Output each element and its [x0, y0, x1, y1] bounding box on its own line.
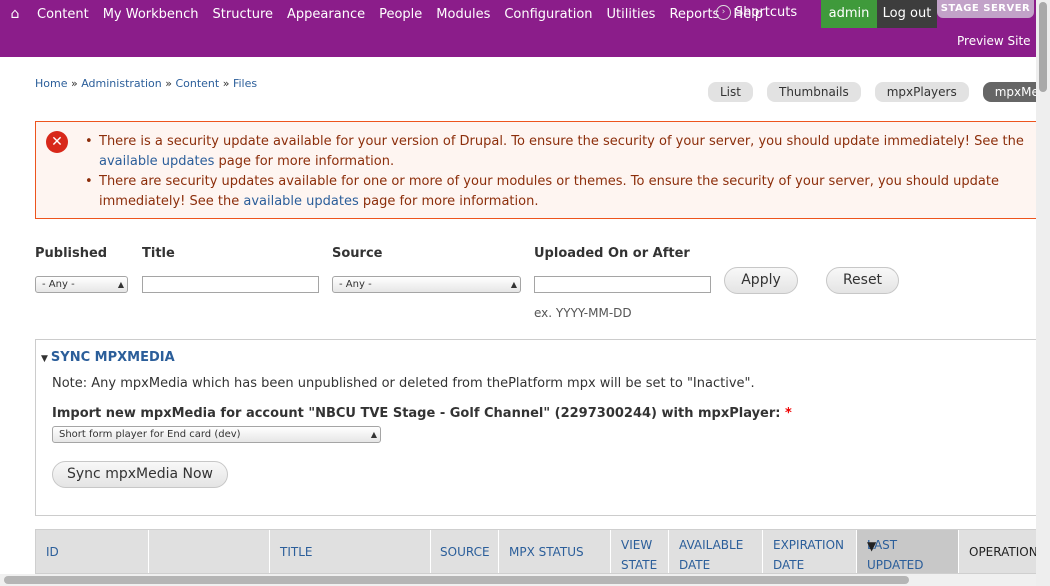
- stage-server-badge: STAGE SERVER: [937, 0, 1034, 18]
- th-id[interactable]: ID: [36, 530, 149, 573]
- sync-note: Note: Any mpxMedia which has been unpubl…: [52, 376, 755, 391]
- menu-modules[interactable]: Modules: [436, 7, 490, 22]
- select-arrows-icon: ▲: [370, 430, 377, 439]
- tab-list[interactable]: List: [708, 82, 753, 102]
- apply-button[interactable]: Apply: [724, 267, 798, 294]
- horizontal-scroll-thumb[interactable]: [4, 576, 909, 584]
- published-label: Published: [35, 246, 108, 261]
- source-select[interactable]: - Any - ▲: [332, 276, 521, 293]
- th-operations: OPERATION: [959, 530, 1036, 573]
- preview-site-link[interactable]: Preview Site: [957, 34, 1031, 48]
- error-icon: ✕: [46, 131, 68, 153]
- admin-toolbar: ⌂ Content My Workbench Structure Appeara…: [0, 0, 1050, 57]
- breadcrumb-content[interactable]: Content: [175, 77, 219, 90]
- menu-people[interactable]: People: [379, 7, 422, 22]
- error-message: There are security updates available for…: [85, 172, 1029, 212]
- published-select[interactable]: - Any - ▲: [35, 276, 128, 293]
- th-source[interactable]: SOURCE: [431, 530, 499, 573]
- available-updates-link[interactable]: available updates: [243, 194, 358, 209]
- uploaded-date-input[interactable]: [534, 276, 711, 293]
- breadcrumb-sep: »: [219, 77, 233, 90]
- menu-content[interactable]: Content: [37, 7, 89, 22]
- user-account-link[interactable]: admin: [821, 0, 877, 28]
- toolbar-menu: Content My Workbench Structure Appearanc…: [37, 0, 777, 28]
- breadcrumb: Home » Administration » Content » Files: [35, 77, 257, 90]
- title-input[interactable]: [142, 276, 319, 293]
- secondary-tabs: List Thumbnails mpxPlayers mpxMedia: [708, 82, 1036, 102]
- import-label: Import new mpxMedia for account "NBCU TV…: [52, 406, 792, 421]
- menu-appearance[interactable]: Appearance: [287, 7, 365, 22]
- uploaded-label: Uploaded On or After: [534, 246, 690, 261]
- vertical-scroll-thumb[interactable]: [1039, 2, 1047, 92]
- title-label: Title: [142, 246, 175, 261]
- menu-configuration[interactable]: Configuration: [504, 7, 592, 22]
- th-mpx-status[interactable]: MPX STATUS: [499, 530, 611, 573]
- tab-mpxplayers[interactable]: mpxPlayers: [874, 82, 969, 102]
- menu-utilities[interactable]: Utilities: [607, 7, 656, 22]
- breadcrumb-home[interactable]: Home: [35, 77, 67, 90]
- available-updates-link[interactable]: available updates: [99, 154, 214, 169]
- sync-mpxmedia-now-button[interactable]: Sync mpxMedia Now: [52, 461, 228, 488]
- th-view-state[interactable]: VIEW STATE: [611, 530, 669, 573]
- menu-structure[interactable]: Structure: [213, 7, 273, 22]
- collapse-triangle-icon: ▼: [41, 354, 48, 364]
- tab-mpxmedia[interactable]: mpxMedia: [982, 82, 1036, 102]
- breadcrumb-administration[interactable]: Administration: [81, 77, 162, 90]
- media-table-header: ID TITLE SOURCE MPX STATUS VIEW STATE AV…: [35, 529, 1036, 574]
- select-arrows-icon: ▲: [510, 280, 517, 289]
- menu-reports[interactable]: Reports: [669, 7, 719, 22]
- sync-mpxmedia-fieldset: ▼ SYNC MPXMEDIA Note: Any mpxMedia which …: [35, 339, 1036, 516]
- sort-descending-icon: ▼: [867, 539, 877, 553]
- reset-button[interactable]: Reset: [826, 267, 899, 294]
- source-label: Source: [332, 246, 383, 261]
- breadcrumb-sep: »: [161, 77, 176, 90]
- vertical-scrollbar[interactable]: [1036, 0, 1050, 586]
- shortcuts-toggle[interactable]: › Shortcuts: [716, 5, 797, 20]
- th-available-date[interactable]: AVAILABLE DATE: [669, 530, 763, 573]
- sync-mpxmedia-legend[interactable]: ▼ SYNC MPXMEDIA: [41, 350, 175, 365]
- tab-thumbnails[interactable]: Thumbnails: [766, 82, 861, 102]
- breadcrumb-files[interactable]: Files: [233, 77, 257, 90]
- date-format-hint: ex. YYYY-MM-DD: [534, 306, 632, 320]
- breadcrumb-sep: »: [67, 77, 82, 90]
- th-expiration-date[interactable]: EXPIRATION DATE: [763, 530, 857, 573]
- th-last-updated[interactable]: LAST UPDATED ▼: [857, 530, 959, 573]
- select-arrows-icon: ▲: [117, 280, 124, 289]
- th-blank: [149, 530, 270, 573]
- error-message: There is a security update available for…: [85, 132, 1029, 172]
- logout-link[interactable]: Log out: [877, 0, 937, 28]
- horizontal-scrollbar[interactable]: [0, 574, 1036, 586]
- th-title[interactable]: TITLE: [270, 530, 431, 573]
- error-messages: ✕ There is a security update available f…: [35, 121, 1036, 219]
- shortcuts-icon: ›: [716, 5, 731, 20]
- menu-my-workbench[interactable]: My Workbench: [103, 7, 199, 22]
- home-icon[interactable]: ⌂: [6, 5, 24, 23]
- mpxplayer-select[interactable]: Short form player for End card (dev) ▲: [52, 426, 381, 443]
- main-content: Home » Administration » Content » Files …: [0, 57, 1036, 574]
- required-marker: *: [785, 406, 792, 421]
- shortcuts-label: Shortcuts: [735, 5, 798, 20]
